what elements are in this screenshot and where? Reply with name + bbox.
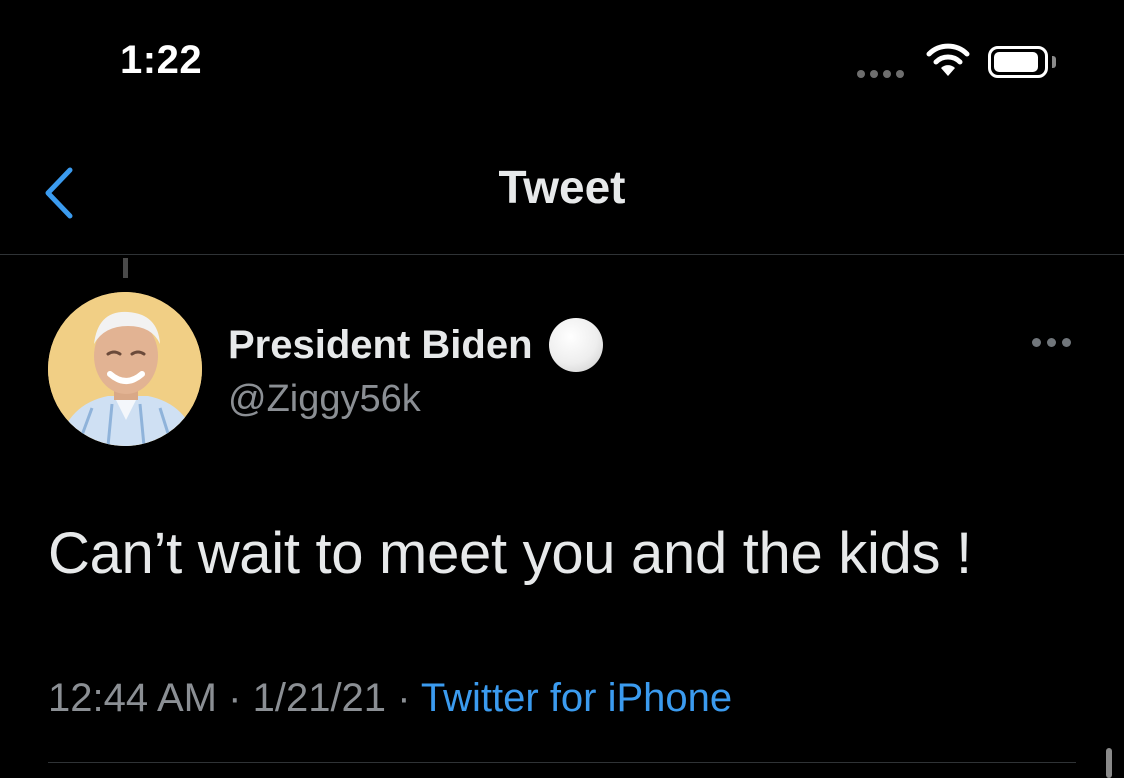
page-title: Tweet xyxy=(498,161,626,213)
meta-separator-2: · xyxy=(397,676,411,720)
user-handle[interactable]: @Ziggy56k xyxy=(228,378,421,421)
status-time: 1:22 xyxy=(120,38,203,82)
thread-connector-line xyxy=(123,258,128,278)
battery-icon xyxy=(988,46,1048,78)
more-options-button[interactable] xyxy=(1028,334,1075,351)
battery-tip xyxy=(1052,56,1056,68)
display-name-text: President Biden xyxy=(228,322,533,367)
verified-dot-icon xyxy=(548,318,603,372)
signal-dots-icon xyxy=(857,70,904,78)
nav-bar: Tweet xyxy=(0,130,1124,255)
more-options-icon xyxy=(1032,338,1041,347)
display-name[interactable]: President Biden xyxy=(228,318,603,372)
tweet-meta: 12:44 AM · 1/21/21 · Twitter for iPhone xyxy=(48,676,732,721)
wifi-icon xyxy=(924,42,972,83)
tweet-date[interactable]: 1/21/21 xyxy=(253,676,386,720)
status-bar: 1:22 xyxy=(0,0,1124,120)
meta-separator: · xyxy=(228,676,242,720)
tweet-source-link[interactable]: Twitter for iPhone xyxy=(421,676,732,720)
divider xyxy=(48,762,1076,763)
avatar[interactable] xyxy=(48,292,202,446)
tweet-text: Can’t wait to meet you and the kids ! xyxy=(48,521,972,586)
scrollbar[interactable] xyxy=(1106,748,1112,778)
tweet-time: 12:44 AM xyxy=(48,676,218,720)
